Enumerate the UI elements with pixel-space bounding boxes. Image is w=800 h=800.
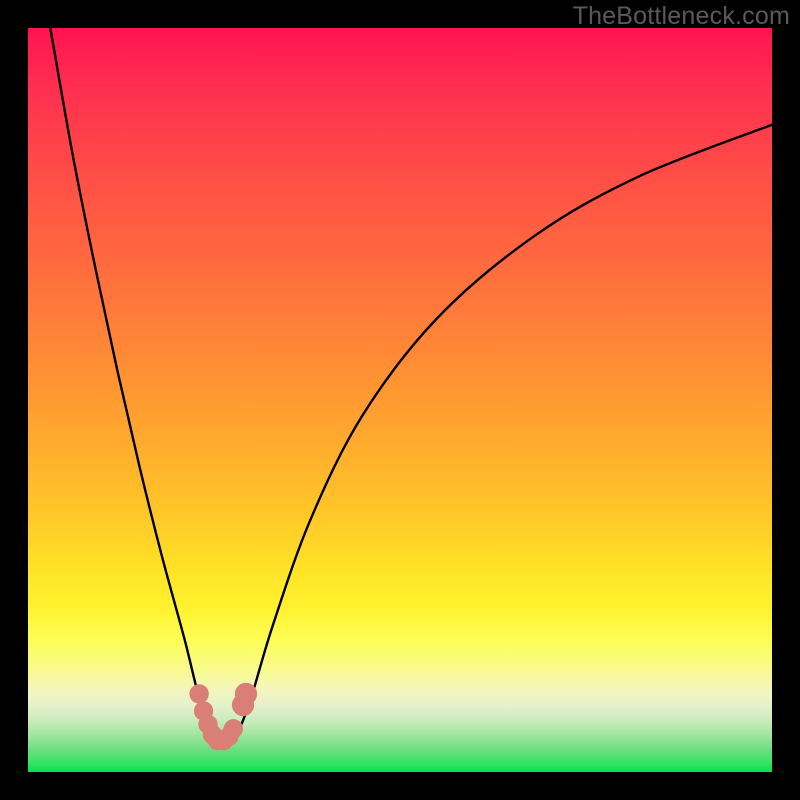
bottleneck-curve — [50, 28, 772, 743]
chart-svg — [28, 28, 772, 772]
chart-frame: TheBottleneck.com — [0, 0, 800, 800]
marker-group — [189, 683, 257, 751]
chart-plot-area — [28, 28, 772, 772]
curve-marker — [189, 684, 208, 703]
curve-marker — [235, 683, 257, 705]
curve-marker — [224, 719, 243, 738]
watermark-text: TheBottleneck.com — [573, 2, 790, 31]
